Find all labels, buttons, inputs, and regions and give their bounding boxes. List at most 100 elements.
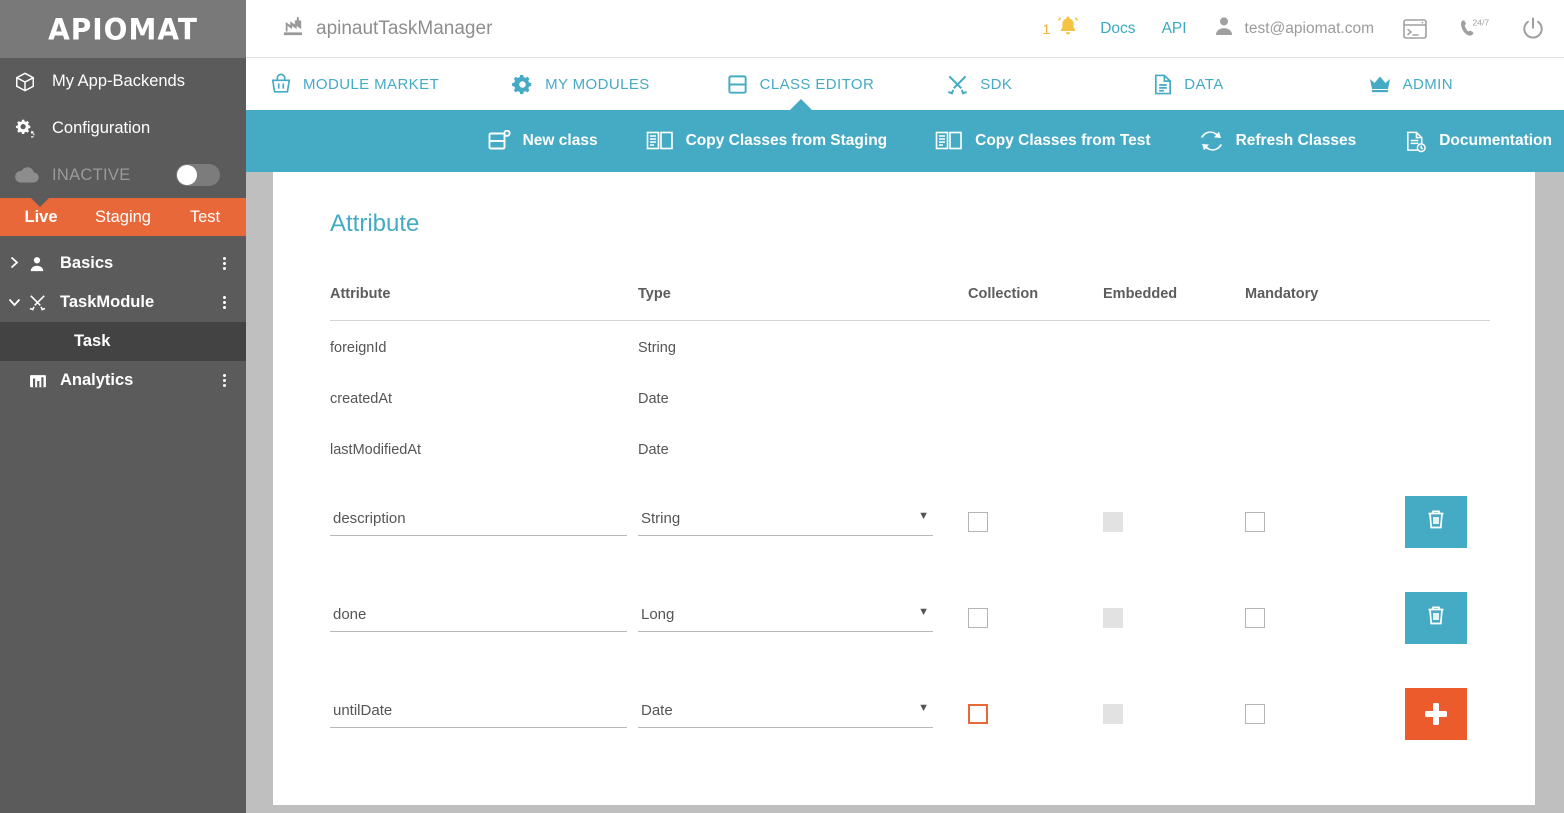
api-link[interactable]: API xyxy=(1162,20,1187,38)
logo[interactable]: APIOMAT xyxy=(0,0,246,58)
attribute-mandatory-cell xyxy=(1245,570,1405,666)
chevron-right-icon[interactable] xyxy=(0,256,28,272)
cloud-icon xyxy=(14,166,48,184)
chevron-down-icon: ▼ xyxy=(918,510,929,522)
tree-item-menu-icon[interactable] xyxy=(223,374,226,387)
attribute-embedded-cell xyxy=(1103,474,1245,570)
terminal-icon[interactable] xyxy=(1402,17,1428,41)
notifications-button[interactable]: 1 xyxy=(1042,14,1080,43)
factory-icon xyxy=(282,16,304,41)
backend-status-label: INACTIVE xyxy=(48,166,131,185)
attribute-collection-cell xyxy=(968,666,1103,762)
mandatory-checkbox[interactable] xyxy=(1245,704,1265,724)
sidebar-item-configuration[interactable]: Configuration xyxy=(0,105,246,152)
attribute-type-value: String xyxy=(641,510,680,527)
copy-classes-from-test-button[interactable]: Copy Classes from Test xyxy=(935,130,1150,152)
avatar xyxy=(1213,15,1235,42)
env-tab-staging[interactable]: Staging xyxy=(82,208,164,227)
attribute-type-value: Date xyxy=(641,702,673,719)
refresh-classes-button[interactable]: Refresh Classes xyxy=(1199,130,1357,152)
attribute-type: String xyxy=(638,321,968,372)
sidebar-item-my-app-backends[interactable]: My App-Backends xyxy=(0,58,246,105)
attribute-collection-cell xyxy=(968,570,1103,666)
tab-sdk[interactable]: SDK xyxy=(946,58,1012,110)
attribute-type-select[interactable]: Date ▼ xyxy=(638,699,933,728)
tab-data[interactable]: DATA xyxy=(1152,58,1223,110)
tree-item-taskmodule[interactable]: TaskModule xyxy=(0,283,246,322)
trash-icon xyxy=(1425,508,1447,535)
attribute-embedded-cell xyxy=(1103,666,1245,762)
docs-link[interactable]: Docs xyxy=(1100,20,1135,38)
attribute-type-select[interactable]: Long ▼ xyxy=(638,603,933,632)
attribute-collection xyxy=(968,423,1103,474)
copy-icon xyxy=(935,130,975,152)
attribute-type-select[interactable]: String ▼ xyxy=(638,507,933,536)
attribute-name-cell xyxy=(330,666,638,762)
copy-icon xyxy=(646,130,686,152)
tab-label: MY MODULES xyxy=(545,76,650,93)
app-root: APIOMAT My App-Backends Configuration xyxy=(0,0,1564,813)
attribute-actions xyxy=(1405,372,1490,423)
copy-classes-from-staging-button[interactable]: Copy Classes from Staging xyxy=(646,130,888,152)
tab-module-market[interactable]: MODULE MARKET xyxy=(270,58,439,110)
table-row: lastModifiedAt Date xyxy=(330,423,1490,474)
bar-chart-icon xyxy=(28,371,58,391)
delete-attribute-button[interactable] xyxy=(1405,592,1467,644)
attribute-name-input[interactable] xyxy=(330,507,627,536)
tree-item-basics[interactable]: Basics xyxy=(0,244,246,283)
tab-my-modules[interactable]: MY MODULES xyxy=(511,58,650,110)
collection-checkbox[interactable] xyxy=(968,608,988,628)
delete-attribute-button[interactable] xyxy=(1405,496,1467,548)
mandatory-checkbox[interactable] xyxy=(1245,608,1265,628)
sidebar-item-label: Configuration xyxy=(48,119,150,138)
chevron-down-icon: ▼ xyxy=(918,606,929,618)
tab-admin[interactable]: ADMIN xyxy=(1368,58,1453,110)
env-tab-test[interactable]: Test xyxy=(164,208,246,227)
collection-checkbox[interactable] xyxy=(968,512,988,532)
tree-item-analytics[interactable]: Analytics xyxy=(0,361,246,400)
new-class-button[interactable]: New class xyxy=(487,130,598,152)
tree-item-menu-icon[interactable] xyxy=(223,257,226,270)
column-header-attribute: Attribute xyxy=(330,286,638,321)
backend-status-row: INACTIVE xyxy=(0,152,246,198)
tree-item-task[interactable]: Task xyxy=(0,322,246,361)
toolbar-label: New class xyxy=(523,132,598,150)
class-icon xyxy=(726,73,760,96)
attribute-type-value: Long xyxy=(641,606,674,623)
attribute-mandatory xyxy=(1245,321,1405,372)
tab-class-editor[interactable]: CLASS EDITOR xyxy=(726,58,875,110)
power-icon[interactable] xyxy=(1520,16,1546,42)
table-row: createdAt Date xyxy=(330,372,1490,423)
attribute-embedded-cell xyxy=(1103,570,1245,666)
tab-label: DATA xyxy=(1184,76,1223,93)
mandatory-checkbox[interactable] xyxy=(1245,512,1265,532)
tab-label: SDK xyxy=(980,76,1012,93)
refresh-icon xyxy=(1199,130,1236,152)
tree-item-label: TaskModule xyxy=(58,293,154,312)
phone-24-7-icon[interactable]: 24/7 xyxy=(1458,17,1490,41)
notification-count: 1 xyxy=(1042,21,1056,37)
tree-item-label: Analytics xyxy=(58,371,133,390)
add-attribute-button[interactable] xyxy=(1405,688,1467,740)
attribute-type: Date xyxy=(638,423,968,474)
attribute-name-input[interactable] xyxy=(330,603,627,632)
attribute-name-cell xyxy=(330,570,638,666)
user-email: test@apiomat.com xyxy=(1235,20,1402,38)
logo-text: APIOMAT xyxy=(48,12,198,47)
bell-icon xyxy=(1056,14,1080,43)
attribute-mandatory xyxy=(1245,372,1405,423)
collection-checkbox[interactable] xyxy=(968,704,988,724)
new-class-icon xyxy=(487,130,523,152)
attribute-mandatory-cell xyxy=(1245,666,1405,762)
backend-active-toggle[interactable] xyxy=(176,164,220,186)
env-tab-live[interactable]: Live xyxy=(0,208,82,227)
attribute-name: foreignId xyxy=(330,321,638,372)
chevron-down-icon[interactable] xyxy=(0,295,28,310)
table-row: Long ▼ xyxy=(330,570,1490,666)
documentation-button[interactable]: Documentation xyxy=(1404,130,1552,153)
attribute-name-input[interactable] xyxy=(330,699,627,728)
top-header: apinautTaskManager 1 Docs API xyxy=(246,0,1564,58)
class-editor-toolbar: New class Copy Classes from Staging xyxy=(246,110,1564,172)
toolbar-label: Refresh Classes xyxy=(1236,132,1357,150)
tree-item-menu-icon[interactable] xyxy=(223,296,226,309)
